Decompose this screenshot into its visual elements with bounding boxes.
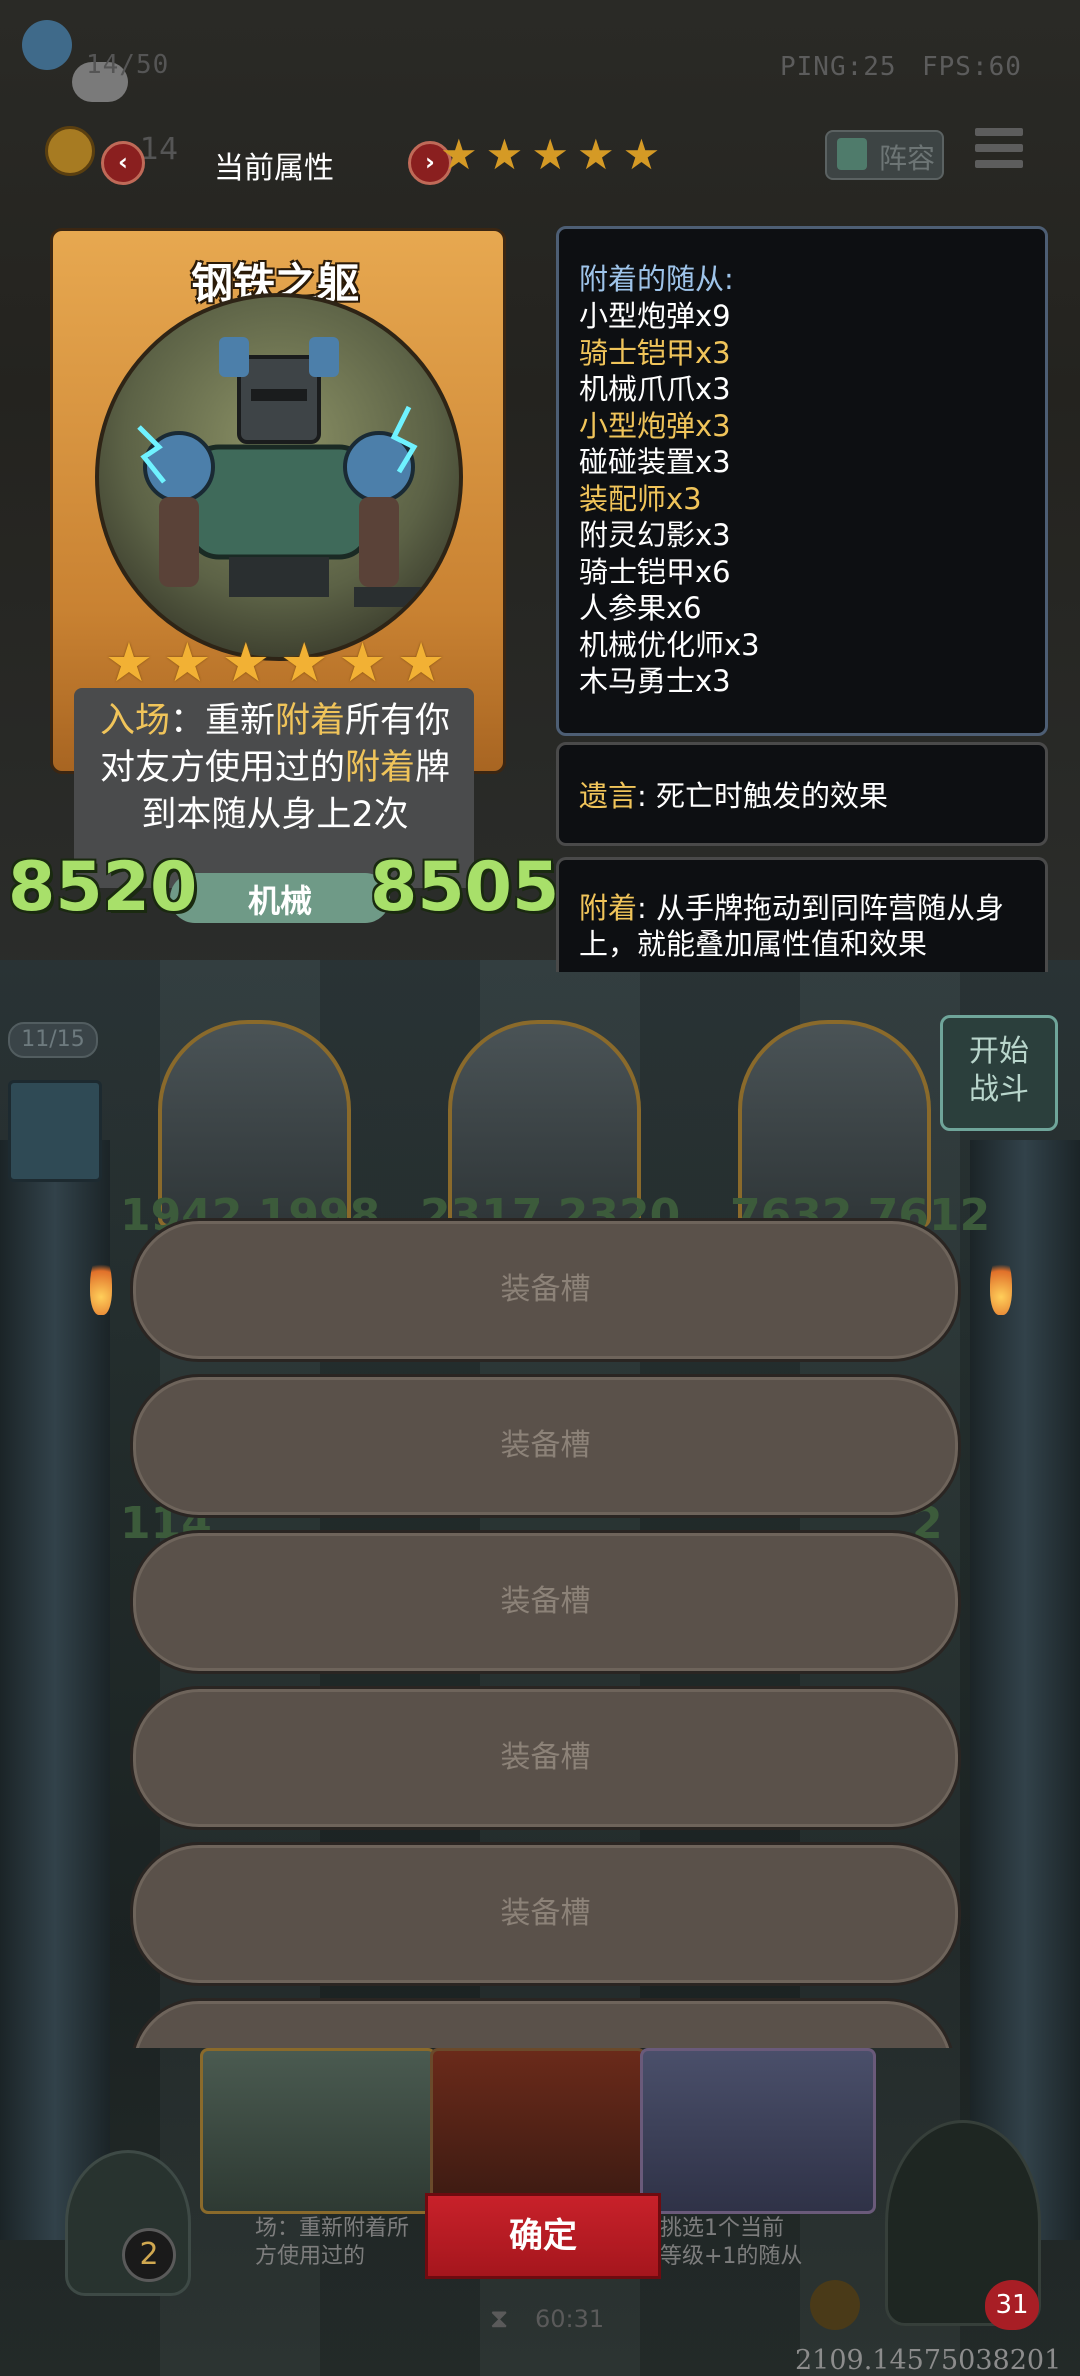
start-battle-label: 开始战斗 <box>969 1034 1029 1107</box>
card-desc-keyword-enter: 入场 <box>99 701 170 741</box>
equip-slot-5[interactable]: 装备槽 <box>130 1842 961 1986</box>
gold-shield-icon <box>810 2280 860 2330</box>
gold-count: 14 <box>140 132 179 167</box>
equip-slot-6-body <box>130 1998 955 2048</box>
equip-slot-1[interactable]: 装备槽 <box>130 1218 961 1362</box>
card-desc-keyword-attach: 附着 <box>275 701 346 741</box>
equip-slot-label: 装备槽 <box>500 1740 591 1775</box>
attach-keyword: 附着 <box>579 891 638 925</box>
tier-stars: ★ ★ ★ ★ ★ <box>440 134 660 176</box>
attributes-title: 当前属性 <box>214 151 334 186</box>
player-health: 31 <box>995 2290 1029 2320</box>
card-portrait <box>95 293 463 661</box>
attached-item: 机械爪爪x3 <box>579 372 731 406</box>
attached-item: 骑士铠甲x3 <box>579 335 731 370</box>
star-icon: ★ <box>622 130 661 179</box>
heart-health-icon: 31 <box>985 2280 1039 2330</box>
hand-card-3-text: 等级+1的随从 <box>660 2244 803 2269</box>
star-icon: ★ <box>163 631 212 694</box>
turn-timer: 60:31 <box>535 2305 605 2333</box>
card-tribe: 机械 <box>247 882 312 920</box>
left-torch <box>90 1255 112 1315</box>
attached-item: 小型炮弹x9 <box>579 299 731 333</box>
hand-card-1[interactable] <box>200 2048 436 2214</box>
equip-slot-label: 装备槽 <box>500 1896 591 1931</box>
star-icon: ★ <box>531 130 569 179</box>
attached-minions-panel: 附着的随从: 小型炮弹x9 骑士铠甲x3 机械爪爪x3 小型炮弹x3 碰碰装置x… <box>556 226 1048 736</box>
lineup-label: 阵容 <box>879 142 936 175</box>
card-description: 入场：重新附着所有你 对友方使用过的附着牌 到本随从身上2次 <box>50 698 500 839</box>
menu-icon[interactable] <box>975 128 1023 176</box>
star-icon: ★ <box>440 130 478 179</box>
fps-readout: FPS:60 <box>922 52 1022 82</box>
attached-item: 小型炮弹x3 <box>579 408 731 443</box>
start-battle-button[interactable]: 开始战斗 <box>940 1015 1058 1131</box>
star-icon: ★ <box>338 631 387 694</box>
equip-slot-2[interactable]: 装备槽 <box>130 1374 961 1518</box>
shop-count-badge: 11/15 <box>8 1022 98 1058</box>
attached-heading: 附着的随从: <box>579 262 734 296</box>
card-desc-keyword-attach: 附着 <box>344 748 415 788</box>
hand-card-2[interactable] <box>430 2048 646 2214</box>
deathrattle-text: 遗言: 死亡时触发的效果 <box>579 778 888 815</box>
attached-list: 小型炮弹x9 骑士铠甲x3 机械爪爪x3 小型炮弹x3 碰碰装置x3 装配师x3… <box>579 298 760 700</box>
equip-slot-label: 装备槽 <box>500 1584 591 1619</box>
attach-keyword-panel: 附着: 从手牌拖动到同阵营随从身上，就能叠加属性值和效果 <box>556 857 1048 972</box>
minion-card: 钢铁之躯 ★ ★ ★ ★ ★ ★ 入场：重新附着所有你 对友方使用过的附着牌 到… <box>50 228 506 923</box>
star-icon: ★ <box>576 130 615 179</box>
hand-card-3[interactable] <box>640 2048 876 2214</box>
deathrattle-keyword: 遗言 <box>579 779 638 813</box>
card-stars: ★ ★ ★ ★ ★ ★ <box>50 636 500 690</box>
star-icon: ★ <box>221 631 270 694</box>
attach-text: 附着: 从手牌拖动到同阵营随从身上，就能叠加属性值和效果 <box>579 890 1034 962</box>
player-avatar[interactable] <box>22 20 72 70</box>
hero-portrait[interactable] <box>65 2150 191 2296</box>
right-pillar <box>970 1140 1080 2240</box>
prev-arrow-button[interactable]: ‹ <box>101 141 145 185</box>
hand-card-1-text: 方使用过的 <box>255 2244 366 2269</box>
right-torch <box>990 1255 1012 1315</box>
card-health: 8505 <box>370 848 560 927</box>
attached-item: 附灵幻影x3 <box>579 518 731 552</box>
shop-minion-thumbnail[interactable] <box>8 1080 102 1182</box>
equip-slot-6-partial[interactable] <box>130 1998 955 2048</box>
attached-item: 装配师x3 <box>579 481 702 516</box>
deathrattle-description: : 死亡时触发的效果 <box>637 779 889 813</box>
card-attack: 8520 <box>8 848 198 927</box>
star-icon: ★ <box>396 631 446 694</box>
attached-item: 木马勇士x3 <box>579 664 731 698</box>
timer-hourglass-icon: ⧗ <box>490 2304 509 2334</box>
equip-slot-label: 装备槽 <box>500 1272 591 1307</box>
card-desc-text: 牌 <box>415 748 451 788</box>
star-icon: ★ <box>485 130 524 179</box>
book-icon <box>837 138 867 170</box>
star-icon: ★ <box>280 631 329 694</box>
deathrattle-keyword-panel: 遗言: 死亡时触发的效果 <box>556 742 1048 846</box>
card-desc-line2: 对友方使用过的附着牌 <box>50 745 500 792</box>
robot-portrait-image <box>137 337 444 607</box>
gold-coin-icon <box>45 126 95 176</box>
card-desc-text: 对友方使用过的 <box>99 748 345 788</box>
attach-description: : 从手牌拖动到同阵营随从身上，就能叠加属性值和效果 <box>579 891 1005 961</box>
hero-count-badge: 2 <box>122 2228 176 2282</box>
card-desc-line1: 入场：重新附着所有你 <box>50 698 500 745</box>
equip-slot-4[interactable]: 装备槽 <box>130 1686 961 1830</box>
coordinate-readout: 2109.14575038201 <box>795 2345 1062 2376</box>
ping-readout: PING:25 <box>780 52 897 82</box>
card-desc-text: ：重新 <box>169 701 275 741</box>
card-desc-line3: 到本随从身上2次 <box>141 795 409 835</box>
card-desc-text: 所有你 <box>345 701 451 741</box>
lineup-button[interactable]: 阵容 <box>825 130 944 180</box>
attached-item: 碰碰装置x3 <box>579 445 731 479</box>
star-icon: ★ <box>104 631 154 694</box>
attached-item: 骑士铠甲x6 <box>579 554 731 589</box>
equip-slot-label: 装备槽 <box>500 1428 591 1463</box>
player-counter: 14/50 <box>86 50 170 80</box>
equip-slot-3[interactable]: 装备槽 <box>130 1530 961 1674</box>
attached-item: 机械优化师x3 <box>579 627 760 662</box>
attached-item: 人参果x6 <box>579 591 702 625</box>
confirm-button[interactable]: 确定 <box>425 2193 661 2279</box>
